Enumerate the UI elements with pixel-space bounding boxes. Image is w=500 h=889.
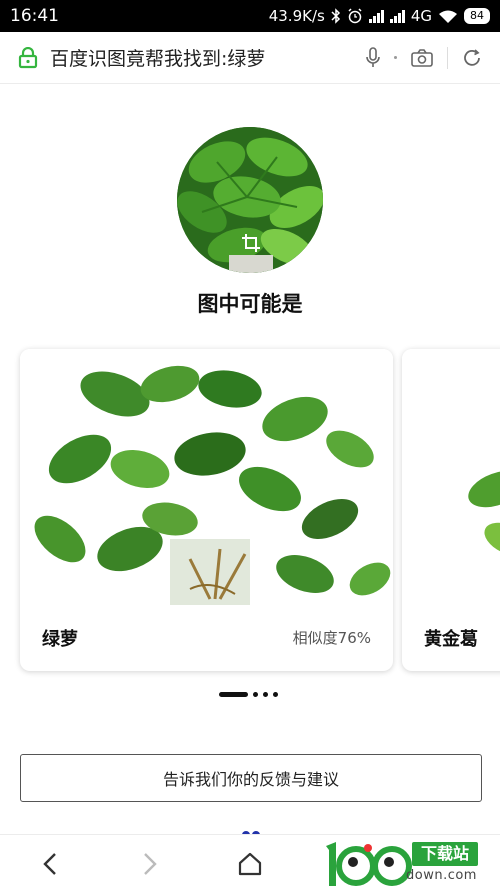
battery-indicator: 84: [464, 8, 490, 24]
forward-arrow-icon: [144, 853, 157, 875]
card-plant-name: 绿萝: [42, 629, 78, 650]
result-heading: 图中可能是: [197, 292, 303, 316]
watermark-brand: 下载站: [412, 842, 478, 866]
plant-image: [20, 349, 393, 605]
lock-icon: [18, 46, 38, 68]
status-bar: 16:41 43.9K/s 4G 84: [0, 0, 500, 32]
pager-dot: [253, 692, 258, 697]
pager-active-indicator: [219, 692, 248, 697]
result-card[interactable]: 绿萝 相似度76%: [20, 349, 393, 671]
camera-icon[interactable]: [411, 48, 433, 67]
watermark-domain: down.com: [406, 868, 477, 883]
crop-icon[interactable]: [241, 233, 261, 253]
address-divider: [447, 46, 448, 69]
back-arrow-icon: [43, 853, 56, 875]
back-button[interactable]: [35, 849, 65, 879]
plant-image-next: [402, 349, 500, 605]
feedback-button[interactable]: 告诉我们你的反馈与建议: [20, 754, 482, 802]
page-title[interactable]: 百度识图竟帮我找到:绿萝: [50, 44, 366, 71]
network-type: 4G: [410, 7, 432, 25]
microphone-icon[interactable]: [366, 46, 380, 69]
alarm-icon: [348, 8, 362, 24]
signal-icon: [368, 9, 384, 23]
result-card-next[interactable]: 黄金葛: [402, 349, 500, 671]
address-bar[interactable]: 百度识图竟帮我找到:绿萝: [0, 32, 500, 84]
status-indicators: 43.9K/s 4G 84: [269, 7, 490, 25]
pager-dot: [263, 692, 268, 697]
network-speed: 43.9K/s: [268, 7, 325, 25]
carousel-pager: [219, 692, 278, 697]
status-time: 16:41: [10, 6, 59, 26]
refresh-icon[interactable]: [462, 48, 482, 68]
bluetooth-icon: [331, 8, 340, 24]
separator-dot: [394, 56, 397, 59]
card-similarity: 相似度76%: [292, 629, 371, 647]
wifi-icon: [439, 10, 457, 23]
query-image[interactable]: [177, 127, 323, 273]
home-icon: [238, 852, 262, 876]
signal-icon-2: [389, 9, 405, 23]
home-button[interactable]: [235, 849, 265, 879]
forward-button[interactable]: [135, 849, 165, 879]
card-plant-name-next: 黄金葛: [424, 629, 478, 650]
pager-dot: [273, 692, 278, 697]
